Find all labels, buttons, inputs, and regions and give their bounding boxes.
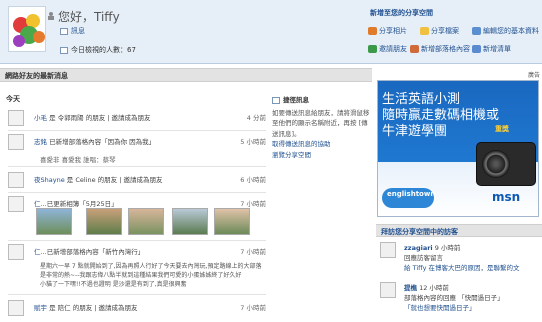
edit-profile-link[interactable]: 編輯您的基本資料 <box>472 26 539 36</box>
note-body: 如要傳送訊息給朋友，請將滑鼠移至他們的顯示名稱附近，再按 [傳送訊息]。 <box>272 109 370 138</box>
feed-item: 小毛 是 令郭雨陽 的朋友 | 邀請成為朋友 4 分前 <box>8 110 266 130</box>
divider <box>8 294 266 295</box>
visitor-item: 提樵 12 小時前 部落格內容的回應 「快開過日子」 「就也想要快開過日子」 <box>380 282 540 316</box>
visitor-action: 部落格內容的回應 「快開過日子」 <box>404 294 504 302</box>
album-photo[interactable] <box>86 208 122 235</box>
help-link[interactable]: 取得傳送訊息的協助 <box>272 139 370 149</box>
visitor-time: 12 小時前 <box>419 284 449 292</box>
visitor-name-link[interactable]: 提樵 <box>404 284 417 292</box>
feed-time: 5 小時前 <box>240 138 266 146</box>
ad-label: 廣告 <box>528 72 541 79</box>
ad-badge: 重獎 <box>495 125 509 133</box>
envelope-icon <box>272 96 280 104</box>
avatar[interactable] <box>8 244 24 260</box>
divider <box>8 192 266 193</box>
feed-time: 7 小時前 <box>240 304 266 312</box>
shortcut-label: 新增清單 <box>483 45 511 53</box>
friend-name-link[interactable]: 志銘 <box>34 138 47 146</box>
feed-item: 賦宇 是 陪仁 的朋友 | 邀請成為朋友 7 小時前 <box>8 300 266 320</box>
visit-count: 今日檢視的人數：67 <box>60 45 136 55</box>
visitor-time: 9 小時前 <box>434 244 461 252</box>
album-photo[interactable] <box>36 208 72 235</box>
divider <box>8 166 266 167</box>
greeting: 您好，Tiffy <box>58 10 120 24</box>
avatar[interactable] <box>380 282 396 298</box>
feed-item: 夜Shayne 是 Celine 的朋友 | 邀請成為朋友 6 小時前 <box>8 172 266 192</box>
shortcut-label: 新增部落格內容 <box>421 45 470 53</box>
feed-time: 7 小時前 <box>240 200 266 208</box>
note-title-text: 捷徑訊息 <box>283 96 309 104</box>
visitors-title: 拜訪您分享空間中的訪客 <box>376 224 542 237</box>
visitor-action: 回應訪客留言 <box>404 254 443 262</box>
note-links: 取得傳送訊息的協助 瀏覽分享空間 <box>272 139 370 160</box>
feed-text: 是 Celine 的朋友 | 邀請成為朋友 <box>66 176 163 184</box>
invite-friends-link[interactable]: 邀請朋友 <box>368 44 407 54</box>
feed-item: 志銘 已新增部落格內容「因為你 因為我」 5 小時前 喜愛非 喜愛我 誰唱：蔡琴 <box>8 134 266 164</box>
share-files-link[interactable]: 分享檔案 <box>420 26 459 36</box>
avatar[interactable] <box>8 172 24 188</box>
list-icon <box>472 45 481 53</box>
note-title: 捷徑訊息 <box>272 94 370 104</box>
messages-label: 訊息 <box>71 27 85 35</box>
shortcut-label: 邀請朋友 <box>379 45 407 53</box>
shortcut-label: 分享檔案 <box>431 27 459 35</box>
feed-time: 7 小時前 <box>240 248 266 256</box>
user-icon <box>48 12 54 20</box>
browse-space-link[interactable]: 瀏覽分享空間 <box>272 150 370 160</box>
visitor-name-link[interactable]: zzagiari <box>404 244 433 252</box>
shortcut-label: 分享相片 <box>379 27 407 35</box>
counter-icon <box>60 46 68 54</box>
feed-text: ...已新增部落格內容「新竹內灣行」 <box>40 248 145 256</box>
feed-time: 6 小時前 <box>240 176 266 184</box>
friend-name-link[interactable]: 小毛 <box>34 114 47 122</box>
file-icon <box>420 27 429 35</box>
profile-edit-icon <box>472 27 481 35</box>
photo-icon <box>368 27 377 35</box>
visitor-detail-link[interactable]: 「就也想要快開過日子」 <box>404 302 476 312</box>
add-list-link[interactable]: 新增清單 <box>472 44 511 54</box>
friends-news-title: 網路好友的最新消息 <box>0 68 372 82</box>
album-photo[interactable] <box>128 208 164 235</box>
blog-icon <box>410 45 419 53</box>
visit-count-label: 今日檢視的人數：67 <box>71 46 136 54</box>
visitor-item: zzagiari 9 小時前 回應訪客留言 給 Tiffy 在博客大巴的原因，是… <box>380 242 540 276</box>
share-photos-link[interactable]: 分享相片 <box>368 26 407 36</box>
friend-name-link[interactable]: 夜Shayne <box>34 176 65 184</box>
album-photo[interactable] <box>214 208 250 235</box>
feed-text: 已新增部落格內容「因為你 因為我」 <box>49 138 156 146</box>
envelope-icon <box>60 27 68 35</box>
shortcut-label: 編輯您的基本資料 <box>483 27 539 35</box>
avatar[interactable] <box>8 110 24 126</box>
add-blog-link[interactable]: 新增部落格內容 <box>410 44 470 54</box>
camera-lens <box>482 150 510 178</box>
new-space-title: 新增至您的分享空間 <box>370 9 433 17</box>
englishtown-logo: englishtown <box>382 188 435 208</box>
avatar[interactable] <box>8 300 24 316</box>
msn-logo: msn <box>492 190 521 204</box>
shortcut-note: 捷徑訊息 如要傳送訊息給朋友，請將滑鼠移至他們的顯示名稱附近，再按 [傳送訊息]… <box>272 94 370 160</box>
feed-time: 4 分前 <box>246 114 266 122</box>
feed-text: 是 令郭雨陽 的朋友 | 邀請成為朋友 <box>49 114 151 122</box>
avatar[interactable] <box>8 196 24 212</box>
today-label: 今天 <box>6 95 20 103</box>
invite-icon <box>368 45 377 53</box>
blog-excerpt-line: 星期六一早 7 點就開始到了,因為再照人行好了今天要去內灣玩,預定路線上的大部落… <box>40 263 262 279</box>
divider <box>8 240 266 241</box>
avatar[interactable] <box>380 242 396 258</box>
blog-excerpt: 星期六一早 7 點就開始到了,因為再照人行好了今天要去內灣玩,預定路線上的大部落… <box>40 262 266 290</box>
feed-text: 是 陪仁 的朋友 | 邀請成為朋友 <box>49 304 138 312</box>
feed-text: ...已更新相簿「5月25日」 <box>40 200 118 208</box>
blog-excerpt-line: 小貓了一下嘿!!不過也證明 是沙還是有到了,真是很興奮 <box>40 281 187 288</box>
album-photo[interactable] <box>172 208 208 235</box>
visitor-detail-link[interactable]: 給 Tiffy 在博客大巴的原因，是聯繫的文 <box>404 262 520 272</box>
feed-snippet: 喜愛非 喜愛我 誰唱：蔡琴 <box>40 156 116 164</box>
friend-name-link[interactable]: 賦宇 <box>34 304 47 312</box>
avatar[interactable] <box>8 6 46 52</box>
messages-link[interactable]: 訊息 <box>60 26 85 36</box>
avatar[interactable] <box>8 134 24 150</box>
ad-headline: 牛津遊學團 <box>382 124 448 139</box>
divider <box>8 130 266 131</box>
